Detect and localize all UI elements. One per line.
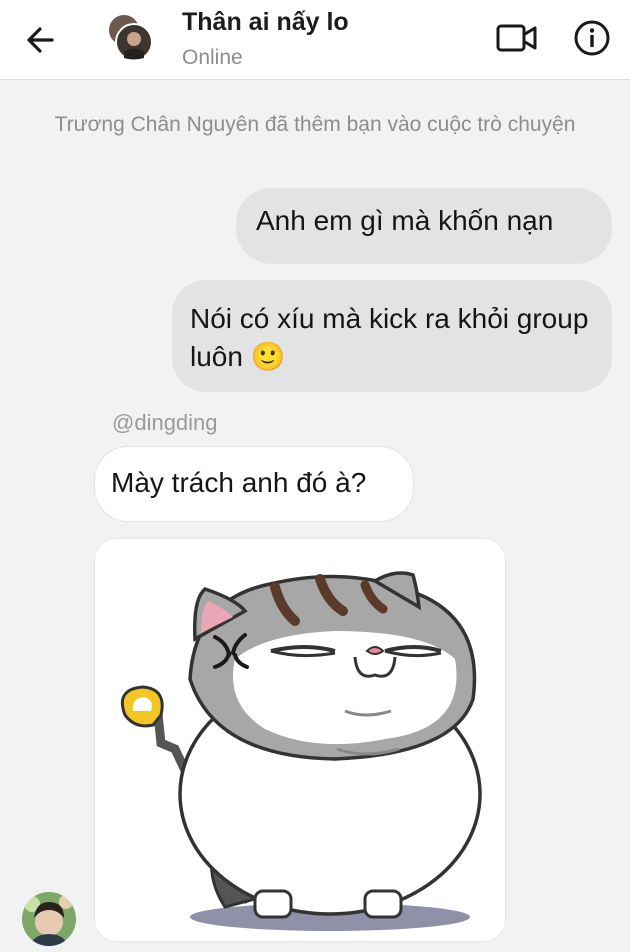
sender-avatar[interactable] [22, 892, 76, 946]
chat-title[interactable]: Thân ai nấy lo [182, 8, 349, 37]
info-button[interactable] [572, 18, 612, 58]
video-call-icon [496, 24, 537, 52]
back-button[interactable] [22, 22, 62, 58]
reply-mention: @dingding [112, 410, 218, 435]
video-call-button[interactable] [494, 18, 540, 58]
arrow-left-icon [27, 27, 54, 53]
group-avatar[interactable] [104, 12, 154, 62]
online-status: Online [182, 46, 243, 69]
sticker-message[interactable] [94, 538, 506, 942]
angry-cat-sticker-icon [120, 571, 482, 931]
system-message: Trương Chân Nguyên đã thêm bạn vào cuộc … [54, 113, 576, 136]
outgoing-message[interactable]: Nói có xíu mà kick ra khỏi group luôn 🙂 [172, 280, 612, 392]
chat-header: Thân ai nấy lo Online [0, 0, 630, 80]
info-icon [574, 20, 610, 56]
outgoing-message[interactable]: Anh em gì mà khốn nạn [236, 188, 612, 264]
incoming-message[interactable]: Mày trách anh đó à? [94, 446, 414, 522]
